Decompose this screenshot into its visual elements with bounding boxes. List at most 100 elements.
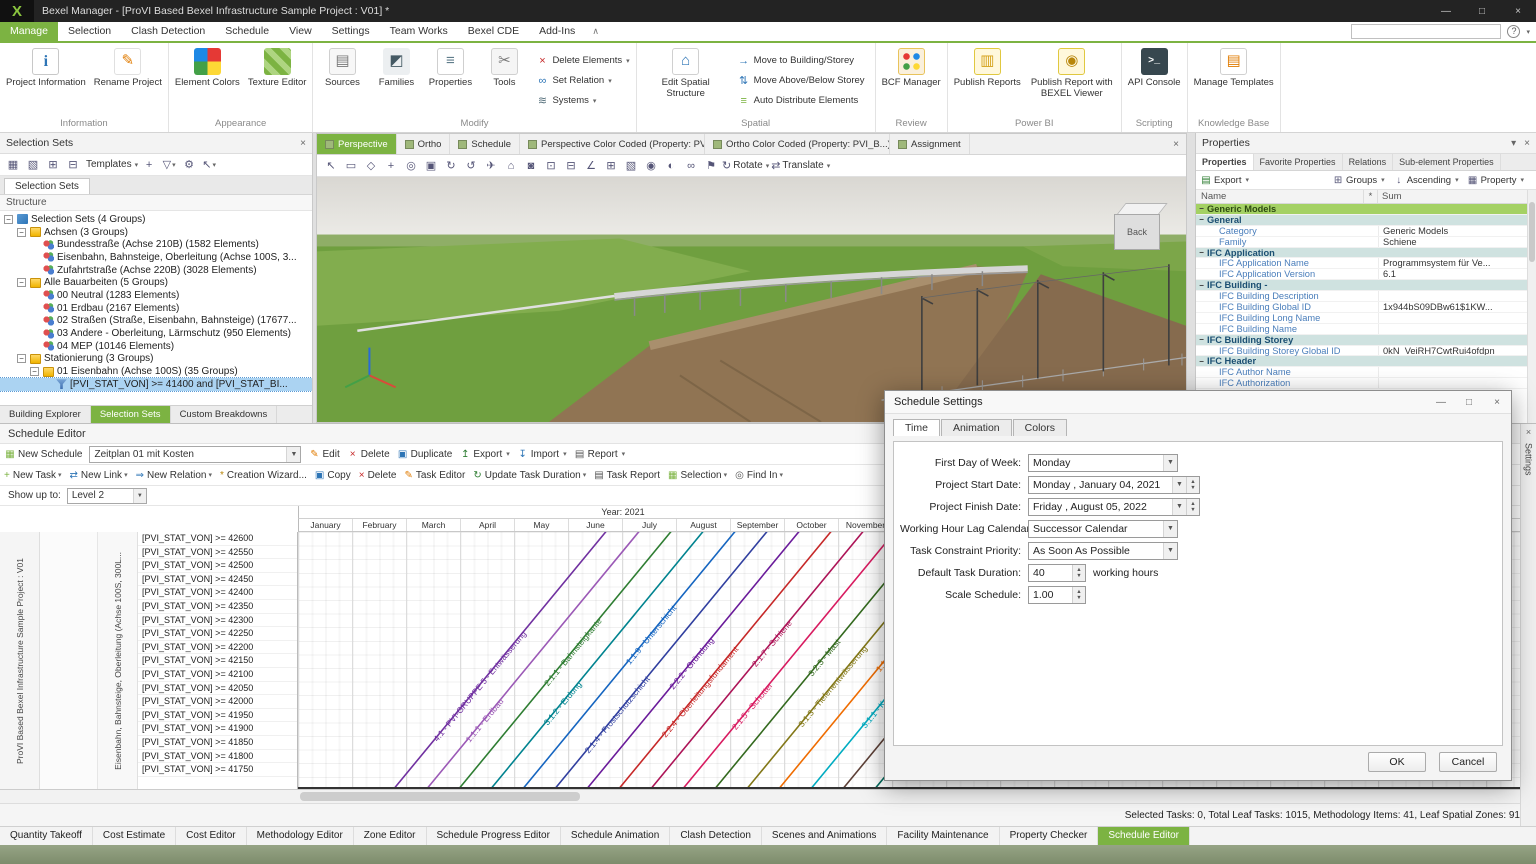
ribbon-button[interactable]: Edit Spatial Structure bbox=[639, 44, 733, 117]
dialog-tab[interactable]: Time bbox=[893, 419, 940, 436]
dialog-title-bar[interactable]: Schedule Settings — □ × bbox=[885, 391, 1511, 414]
module-tab[interactable]: Schedule Progress Editor bbox=[427, 827, 561, 845]
ribbon-tab[interactable]: Settings bbox=[322, 22, 380, 41]
module-tab[interactable]: Schedule Animation bbox=[561, 827, 670, 845]
viewport-tab[interactable]: Assignment bbox=[890, 134, 970, 154]
number-spinner[interactable]: ▲▼ bbox=[1072, 565, 1085, 581]
ribbon-tab[interactable]: Selection bbox=[58, 22, 121, 41]
pointer-icon[interactable]: ↖▾ bbox=[200, 156, 218, 174]
task-row[interactable]: [PVI_STAT_VON] >= 42100 bbox=[138, 668, 297, 682]
task-row[interactable]: [PVI_STAT_VON] >= 42200 bbox=[138, 641, 297, 655]
export-button[interactable]: Export▾ bbox=[459, 446, 509, 463]
property-row[interactable]: −IFC Building - bbox=[1196, 280, 1536, 291]
property-row[interactable]: −IFC Building Description bbox=[1196, 291, 1536, 302]
project-finish-date-input[interactable]: Friday , August 05, 2022▼▲▼ bbox=[1028, 498, 1200, 516]
date-spinner[interactable]: ▲▼ bbox=[1186, 499, 1199, 515]
tree-item[interactable]: 04 MEP (10146 Elements) bbox=[0, 340, 312, 353]
ribbon-button[interactable]: Sources bbox=[315, 44, 369, 117]
dialog-tab[interactable]: Animation bbox=[941, 419, 1012, 436]
task-row[interactable]: [PVI_STAT_VON] >= 42600 bbox=[138, 532, 297, 546]
number-spinner[interactable]: ▲▼ bbox=[1072, 587, 1085, 603]
zoom-window-icon[interactable]: ▣ bbox=[422, 157, 440, 175]
ok-button[interactable]: OK bbox=[1368, 752, 1426, 772]
marker-icon[interactable]: ⚑ bbox=[702, 157, 720, 175]
property-row[interactable]: −IFC Building Long Name bbox=[1196, 313, 1536, 324]
ribbon-menu-button[interactable]: Systems▾ bbox=[535, 92, 629, 109]
task-row[interactable]: [PVI_STAT_VON] >= 42350 bbox=[138, 600, 297, 614]
section-plane-icon[interactable]: ⊟ bbox=[562, 157, 580, 175]
row-expander-icon[interactable]: − bbox=[1196, 335, 1207, 344]
ribbon-button[interactable]: Publish Report with BEXEL Viewer bbox=[1025, 44, 1119, 117]
add-icon[interactable]: + bbox=[140, 156, 158, 174]
tree-expander-icon[interactable] bbox=[4, 215, 13, 224]
month-header[interactable]: May bbox=[515, 519, 569, 531]
expand-all-icon[interactable]: ⊞ bbox=[44, 156, 62, 174]
property-row[interactable]: −IFC Application Version6.1 bbox=[1196, 269, 1536, 280]
tree-item[interactable]: 02 Straßen (Straße, Eisenbahn, Bahnsteig… bbox=[0, 315, 312, 328]
task-row[interactable]: [PVI_STAT_VON] >= 42400 bbox=[138, 586, 297, 600]
property-row[interactable]: −IFC Building Global ID1x944bS09DBw61$1K… bbox=[1196, 302, 1536, 313]
scale-schedule-input[interactable]: 1.00▲▼ bbox=[1028, 586, 1086, 604]
property-row[interactable]: −IFC Application bbox=[1196, 248, 1536, 259]
ribbon-tab[interactable]: Add-Ins bbox=[529, 22, 585, 41]
task-row[interactable]: [PVI_STAT_VON] >= 42550 bbox=[138, 546, 297, 560]
ribbon-collapse-icon[interactable]: ∧ bbox=[585, 26, 606, 37]
working-hour-lag-calendar-combo[interactable]: Successor Calendar▼ bbox=[1028, 520, 1178, 538]
gantt-task-line[interactable] bbox=[480, 532, 715, 789]
property-row[interactable]: −IFC Authorization bbox=[1196, 378, 1536, 389]
gantt-task-line[interactable] bbox=[544, 532, 779, 789]
module-tab[interactable]: Property Checker bbox=[1000, 827, 1099, 845]
close-button[interactable]: × bbox=[1500, 0, 1536, 22]
tree-expander-icon[interactable] bbox=[17, 278, 26, 287]
property-row[interactable]: −IFC Building Storey bbox=[1196, 335, 1536, 346]
dialog-maximize-button[interactable]: □ bbox=[1455, 397, 1483, 408]
task-row[interactable]: [PVI_STAT_VON] >= 41950 bbox=[138, 709, 297, 723]
new-task-button[interactable]: +New Task▾ bbox=[4, 470, 62, 481]
task-row[interactable]: [PVI_STAT_VON] >= 42150 bbox=[138, 654, 297, 668]
property-row[interactable]: −IFC Application NameProgrammsystem für … bbox=[1196, 258, 1536, 269]
properties-scrollbar[interactable] bbox=[1527, 190, 1536, 423]
new-link-button[interactable]: ⇄New Link▾ bbox=[70, 470, 128, 481]
task-row[interactable]: [PVI_STAT_VON] >= 42450 bbox=[138, 573, 297, 587]
task-row[interactable]: [PVI_STAT_VON] >= 41750 bbox=[138, 763, 297, 777]
column-star[interactable]: * bbox=[1364, 190, 1378, 203]
select-icon[interactable]: ↖ bbox=[322, 157, 340, 175]
viewport-tab[interactable]: Ortho bbox=[397, 134, 451, 154]
ribbon-button[interactable]: Project Information bbox=[2, 44, 90, 117]
month-header[interactable]: June bbox=[569, 519, 623, 531]
delete-button[interactable]: ×Delete bbox=[359, 470, 397, 481]
properties-tab[interactable]: Properties bbox=[1196, 154, 1254, 170]
ribbon-button[interactable]: Texture Editor bbox=[244, 44, 311, 117]
month-header[interactable]: January bbox=[299, 519, 353, 531]
ribbon-button[interactable]: Properties bbox=[423, 44, 477, 117]
dialog-tab[interactable]: Colors bbox=[1013, 419, 1067, 436]
module-tab[interactable]: Cost Editor bbox=[176, 827, 246, 845]
gantt-task-line[interactable] bbox=[416, 532, 651, 789]
pin-panel-icon[interactable]: ▾ bbox=[1511, 138, 1516, 149]
walk-icon[interactable]: ✈ bbox=[482, 157, 500, 175]
first-day-of-week-combo[interactable]: Monday▼ bbox=[1028, 454, 1178, 472]
task-row[interactable]: [PVI_STAT_VON] >= 41850 bbox=[138, 736, 297, 750]
pan-icon[interactable]: + bbox=[382, 157, 400, 175]
grid-icon[interactable]: ⊞ bbox=[602, 157, 620, 175]
month-header[interactable]: March bbox=[407, 519, 461, 531]
schedule-select-combo[interactable]: Zeitplan 01 mit Kosten▼ bbox=[89, 446, 301, 463]
find-in-button[interactable]: ◎Find In▾ bbox=[735, 470, 783, 481]
lasso-select-icon[interactable]: ◇ bbox=[362, 157, 380, 175]
month-header[interactable]: April bbox=[461, 519, 515, 531]
tree-item[interactable]: Alle Bauarbeiten (5 Groups) bbox=[0, 276, 312, 289]
ribbon-button[interactable]: Element Colors bbox=[171, 44, 244, 117]
month-header[interactable]: August bbox=[677, 519, 731, 531]
task-row[interactable]: [PVI_STAT_VON] >= 41900 bbox=[138, 722, 297, 736]
close-view-icon[interactable]: × bbox=[1166, 139, 1186, 150]
report-button[interactable]: Report▾ bbox=[574, 446, 626, 463]
ribbon-search-input[interactable] bbox=[1351, 24, 1501, 39]
module-tab[interactable]: Facility Maintenance bbox=[887, 827, 999, 845]
viewport-tab[interactable]: Perspective Color Coded (Property: PVI_B… bbox=[520, 134, 705, 154]
new-group-icon[interactable]: ▧ bbox=[24, 156, 42, 174]
month-header[interactable]: October bbox=[785, 519, 839, 531]
minimize-button[interactable]: — bbox=[1428, 0, 1464, 22]
ribbon-tab[interactable]: Clash Detection bbox=[121, 22, 215, 41]
ribbon-tab[interactable]: Manage bbox=[0, 22, 58, 41]
property-row[interactable]: −IFC Header bbox=[1196, 356, 1536, 367]
